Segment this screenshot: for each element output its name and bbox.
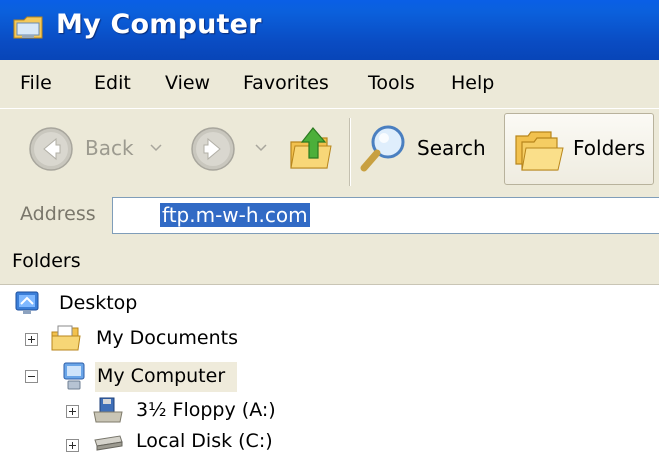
search-icon — [360, 125, 405, 172]
menu-file[interactable]: File — [20, 72, 52, 94]
back-arrow-icon — [29, 127, 73, 171]
title-bar[interactable]: My Computer — [0, 0, 659, 60]
tree-item-my-computer[interactable]: My Computer — [60, 361, 260, 393]
collapse-my-computer[interactable] — [25, 370, 38, 383]
folders-pane-header — [0, 238, 659, 285]
tree-label: 3½ Floppy (A:) — [136, 399, 276, 421]
forward-dropdown-icon[interactable] — [255, 144, 267, 152]
search-button[interactable]: Search — [358, 122, 494, 176]
my-documents-icon — [51, 325, 81, 351]
menu-favorites[interactable]: Favorites — [243, 72, 329, 94]
toolbar-separator — [349, 118, 351, 186]
back-label: Back — [85, 136, 134, 160]
address-value[interactable]: ftp.m-w-h.com — [160, 203, 310, 227]
folders-pane-title: Folders — [12, 250, 81, 272]
back-button[interactable]: Back — [28, 124, 148, 174]
tree-item-local-disk[interactable]: Local Disk (C:) — [92, 430, 312, 455]
folders-label: Folders — [573, 136, 646, 160]
desktop-icon — [15, 291, 39, 314]
folders-button[interactable]: Folders — [504, 113, 654, 185]
address-label: Address — [20, 203, 96, 225]
my-computer-window-icon — [13, 16, 43, 39]
my-computer-icon — [63, 362, 85, 390]
local-disk-icon — [94, 435, 123, 451]
search-label: Search — [417, 136, 486, 160]
menu-edit[interactable]: Edit — [94, 72, 131, 94]
menu-help[interactable]: Help — [451, 72, 494, 94]
up-folder-icon[interactable] — [287, 122, 335, 174]
menu-tools[interactable]: Tools — [368, 72, 415, 94]
tree-label: Desktop — [59, 292, 138, 314]
expand-my-documents[interactable] — [25, 333, 38, 346]
menu-view[interactable]: View — [165, 72, 210, 94]
tree-label: Local Disk (C:) — [136, 430, 273, 452]
floppy-drive-icon — [93, 397, 123, 423]
folders-icon — [515, 131, 564, 171]
expand-floppy[interactable] — [66, 405, 79, 418]
back-dropdown-icon[interactable] — [150, 144, 162, 152]
forward-button[interactable] — [190, 126, 236, 172]
expand-local-disk[interactable] — [66, 439, 79, 452]
tree-label: My Computer — [97, 365, 226, 387]
tree-label: My Documents — [96, 327, 239, 349]
tree-item-floppy[interactable]: 3½ Floppy (A:) — [92, 396, 312, 426]
tree-item-desktop[interactable]: Desktop — [14, 290, 214, 318]
tree-item-my-documents[interactable]: My Documents — [50, 324, 260, 354]
window-title: My Computer — [56, 9, 262, 40]
